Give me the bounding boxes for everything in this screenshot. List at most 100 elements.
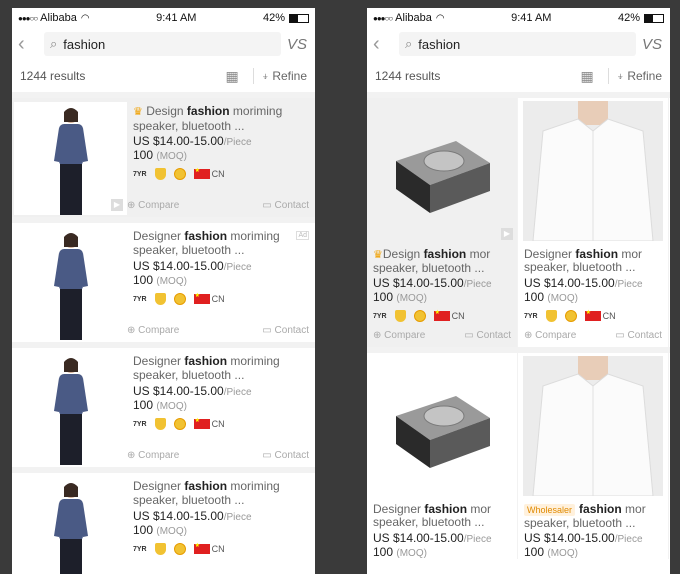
moq: 100 (MOQ) (373, 290, 511, 304)
grid-item[interactable]: Designer fashion mor speaker, bluetooth … (367, 353, 518, 559)
product-image[interactable] (14, 477, 127, 574)
assurance-icon (154, 543, 166, 555)
title-keyword: fashion (184, 354, 228, 368)
price-value: US $14.00-15.00 (133, 134, 224, 148)
back-icon[interactable]: ‹ (373, 34, 393, 54)
list-item[interactable]: ▶ ♛ Design fashion moriming speaker, blu… (12, 98, 315, 223)
moq: 100 (MOQ) (133, 523, 311, 537)
product-title[interactable]: Designer fashion moriming speaker, bluet… (133, 354, 311, 382)
years-badge: 7YR (373, 312, 387, 320)
product-image[interactable] (518, 98, 668, 244)
product-image[interactable] (14, 227, 127, 340)
price-unit: /Piece (614, 279, 643, 290)
refine-label: Refine (272, 68, 307, 83)
gold-supplier-icon (413, 310, 426, 322)
years-badge: 7YR (133, 545, 147, 553)
product-title[interactable]: Designer fashion mor speaker, bluetooth … (524, 248, 662, 274)
grid-view-icon[interactable]: ▦ (581, 68, 594, 85)
contact-label: Contact (476, 330, 511, 341)
price: US $14.00-15.00/Piece (524, 531, 662, 545)
assurance-icon (545, 310, 557, 322)
supplier-badges: 7YR CN (133, 292, 311, 305)
compare-button[interactable]: ⊕ Compare (127, 325, 179, 336)
gold-supplier-icon (173, 293, 186, 305)
grid-view-icon[interactable]: ▦ (226, 68, 239, 85)
contact-button[interactable]: ▭ Contact (262, 325, 309, 336)
search-query: fashion (63, 36, 106, 52)
moq-unit: (MOQ) (156, 401, 187, 412)
vs-button[interactable]: VS (642, 36, 664, 53)
contact-button[interactable]: ▭ Contact (615, 330, 662, 341)
product-title[interactable]: Designer fashion moriming speaker, bluet… (133, 229, 311, 257)
contact-button[interactable]: ▭ Contact (262, 450, 309, 461)
product-title[interactable]: ♛ Design fashion moriming speaker, bluet… (133, 104, 311, 132)
china-flag-icon (193, 417, 210, 429)
list-item[interactable]: Designer fashion moriming speaker, bluet… (12, 473, 315, 574)
search-icon: ⌕ (50, 36, 58, 51)
contact-button[interactable]: ▭ Contact (262, 200, 309, 211)
product-title[interactable]: Designer fashion mor speaker, bluetooth … (373, 503, 511, 529)
years-badge: 7YR (133, 170, 147, 178)
play-icon[interactable]: ▶ (111, 199, 123, 211)
supplier-badges: 7YR CN (133, 167, 311, 180)
country-label: CN (211, 294, 225, 304)
moq-unit: (MOQ) (547, 548, 578, 559)
model-photo (53, 108, 88, 215)
grid-item[interactable]: ▶ ♛Design fashion mor speaker, bluetooth… (367, 98, 518, 347)
product-image[interactable]: ▶ (367, 98, 517, 244)
search-input[interactable]: ⌕ fashion (399, 32, 636, 56)
compare-label: Compare (535, 330, 577, 341)
product-image[interactable] (14, 352, 127, 465)
product-image[interactable]: ▶ (14, 102, 127, 215)
assurance-icon (154, 168, 166, 180)
product-image[interactable] (518, 353, 668, 499)
country-label: CN (451, 311, 465, 321)
clock: 9:41 AM (511, 12, 552, 24)
gold-supplier-icon (173, 418, 186, 430)
price: US $14.00-15.00/Piece (133, 259, 311, 273)
compare-button[interactable]: ⊕ Compare (373, 330, 425, 341)
price-value: US $14.00-15.00 (524, 276, 615, 290)
model-photo (53, 233, 88, 340)
grid-item[interactable]: Wholesaler fashion mor speaker, bluetooth… (518, 353, 669, 559)
product-title[interactable]: ♛Design fashion mor speaker, bluetooth .… (373, 248, 511, 274)
grid-view-screen: ●●●○○ Alibaba ◠ 9:41 AM 42% ‹ ⌕ fashion VS … (367, 8, 670, 574)
price: US $14.00-15.00/Piece (373, 276, 511, 290)
battery-label: 42% (262, 12, 285, 24)
compare-button[interactable]: ⊕ Compare (127, 200, 179, 211)
grid-row: ▶ ♛Design fashion mor speaker, bluetooth… (367, 98, 670, 347)
carrier-label: Alibaba (40, 12, 77, 24)
product-image[interactable] (367, 353, 517, 499)
years-badge: 7YR (524, 312, 538, 320)
supplier-badges: 7YR CN (133, 417, 311, 430)
title-keyword: fashion (184, 479, 228, 493)
battery-icon (644, 13, 664, 23)
price-value: US $14.00-15.00 (524, 531, 615, 545)
compare-button[interactable]: ⊕ Compare (524, 330, 576, 341)
product-title[interactable]: Wholesaler fashion mor speaker, bluetooth… (524, 503, 662, 529)
moq: 100 (MOQ) (524, 545, 662, 559)
refine-button[interactable]: ⍖ Refine (262, 69, 307, 84)
back-icon[interactable]: ‹ (18, 34, 38, 54)
product-title[interactable]: Designer fashion moriming speaker, bluet… (133, 479, 311, 507)
contact-button[interactable]: ▭ Contact (464, 330, 511, 341)
search-input[interactable]: ⌕ fashion (44, 32, 281, 56)
country-label: CN (602, 311, 616, 321)
grid-row: Designer fashion mor speaker, bluetooth … (367, 353, 670, 559)
list-item[interactable]: Ad Designer fashion moriming speaker, bl… (12, 223, 315, 348)
model-photo (53, 483, 88, 574)
assurance-icon (394, 310, 406, 322)
vs-button[interactable]: VS (287, 36, 309, 53)
moq-value: 100 (373, 290, 394, 304)
moq-value: 100 (133, 523, 154, 537)
price-value: US $14.00-15.00 (133, 509, 224, 523)
play-icon[interactable]: ▶ (501, 228, 513, 240)
grid-item[interactable]: Designer fashion mor speaker, bluetooth … (518, 98, 669, 347)
compare-button[interactable]: ⊕ Compare (127, 450, 179, 461)
wifi-icon: ◠ (435, 12, 445, 24)
moq-value: 100 (133, 398, 154, 412)
title-keyword: fashion (184, 229, 228, 243)
refine-button[interactable]: ⍖ Refine (617, 69, 662, 84)
supplier-badges: 7YR CN (524, 309, 662, 322)
list-item[interactable]: Designer fashion moriming speaker, bluet… (12, 348, 315, 473)
